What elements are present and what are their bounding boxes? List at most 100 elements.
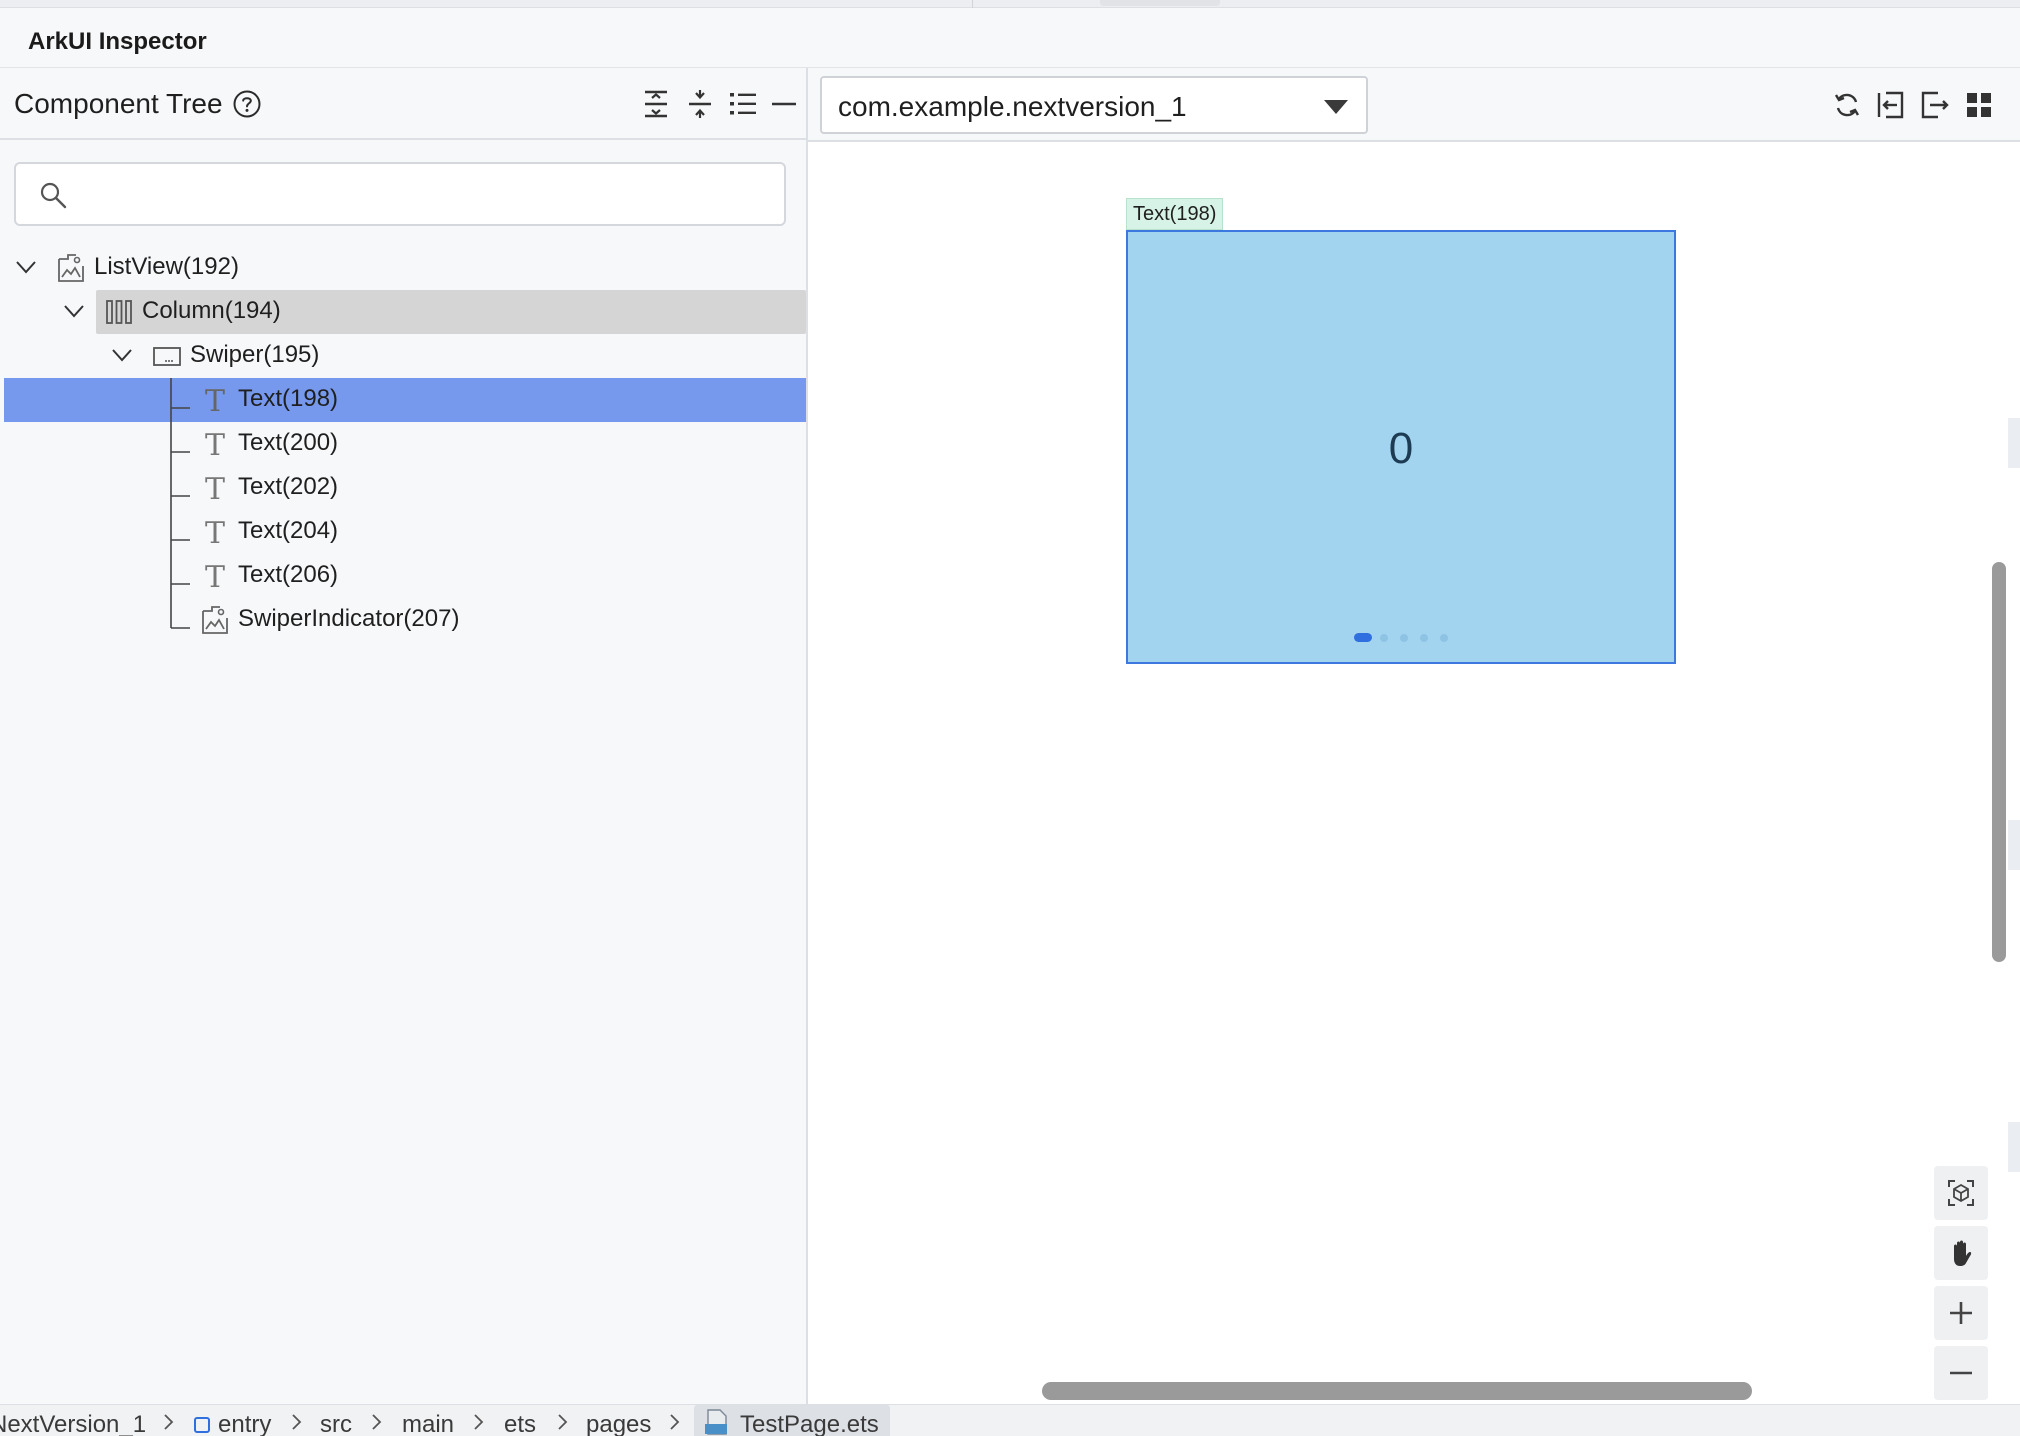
vertical-scrollbar[interactable] <box>1992 562 2006 962</box>
text-icon: T <box>205 560 225 592</box>
navigation-breadcrumb: NextVersion_1 entry src main ets pages T… <box>0 1404 2020 1436</box>
scroll-edge-mark <box>2008 820 2020 870</box>
preview-canvas[interactable]: Text(198) 0 <box>808 142 2020 1436</box>
tree-connector <box>170 378 190 422</box>
tree-node-text-selected[interactable]: T Text(198) <box>0 378 806 422</box>
breadcrumb-item[interactable]: main <box>402 1411 454 1436</box>
zoom-in-button[interactable] <box>1934 1286 1988 1340</box>
tree-node-swiper-indicator[interactable]: SwiperIndicator(207) <box>0 598 806 642</box>
zoom-out-button[interactable] <box>1934 1346 1988 1400</box>
tree-connector <box>170 422 190 466</box>
tree-node-column[interactable]: Column(194) <box>0 290 806 334</box>
selected-component-tag: Text(198) <box>1126 198 1224 230</box>
tab-indicator <box>1100 0 1220 6</box>
tree-connector <box>170 554 190 598</box>
chevron-right-icon <box>164 1414 174 1430</box>
minimize-icon[interactable] <box>768 88 800 120</box>
3d-view-icon <box>1948 1180 1974 1206</box>
package-select-value: com.example.nextversion_1 <box>838 91 1187 122</box>
svg-text:T: T <box>205 560 225 592</box>
text-icon: T <box>205 472 225 504</box>
tree-node-label: ListView(192) <box>94 253 239 280</box>
chevron-right-icon <box>670 1414 680 1430</box>
swiper-page-text: 0 <box>1388 424 1414 473</box>
indicator-dot <box>1420 634 1428 642</box>
svg-text:T: T <box>205 472 225 504</box>
3d-view-button[interactable] <box>1934 1166 1988 1220</box>
tree-node-text[interactable]: T Text(206) <box>0 554 806 598</box>
grid-view-icon[interactable] <box>1964 90 1994 120</box>
zoom-in-icon <box>1950 1302 1972 1324</box>
chevron-right-icon <box>372 1414 382 1430</box>
indicator-dot <box>1440 634 1448 642</box>
tool-window-title: ArkUI Inspector <box>28 28 207 55</box>
preview-toolbar: com.example.nextversion_1 <box>808 68 2020 142</box>
indicator-dot-active <box>1354 633 1372 642</box>
text-icon: T <box>205 516 225 548</box>
tree-node-text[interactable]: T Text(204) <box>0 510 806 554</box>
row-selection-highlight <box>4 378 806 422</box>
swiper-preview[interactable]: 0 <box>1126 230 1676 664</box>
scroll-edge-mark <box>2008 418 2020 468</box>
text-icon: T <box>205 428 225 460</box>
tree-node-listview[interactable]: ListView(192) <box>0 246 806 290</box>
chevron-down-icon[interactable] <box>61 298 87 324</box>
hand-pan-icon <box>1954 1240 1972 1266</box>
component-tree-toolbar: Component Tree <box>0 68 806 140</box>
breadcrumb-current-file[interactable]: TestPage.ets <box>740 1411 879 1436</box>
tree-node-label: Text(202) <box>238 473 339 500</box>
expand-all-icon[interactable] <box>640 88 672 120</box>
search-input[interactable] <box>82 172 772 216</box>
package-select[interactable]: com.example.nextversion_1 <box>820 76 1368 134</box>
image-node-icon <box>58 254 84 282</box>
tree-connector <box>170 510 190 554</box>
tree-node-label: Text(198) <box>238 385 339 412</box>
zoom-out-icon <box>1950 1371 1972 1375</box>
tree-node-label: Column(194) <box>142 297 281 324</box>
help-icon[interactable] <box>232 89 262 119</box>
component-search-field[interactable] <box>14 162 786 226</box>
chevron-down-icon[interactable] <box>13 254 39 280</box>
text-icon: T <box>205 384 225 416</box>
tree-connector <box>170 598 190 629</box>
ets-file-icon <box>705 1409 727 1435</box>
chevron-right-icon <box>558 1414 568 1430</box>
horizontal-scrollbar[interactable] <box>1042 1382 1752 1400</box>
column-icon <box>106 300 132 324</box>
tree-node-text[interactable]: T Text(200) <box>0 422 806 466</box>
swiper-indicator-dots <box>1354 632 1474 642</box>
tree-node-swiper[interactable]: Swiper(195) <box>0 334 806 378</box>
tree-connector <box>170 466 190 510</box>
svg-text:T: T <box>205 516 225 548</box>
scroll-edge-mark <box>2008 1122 2020 1172</box>
svg-text:T: T <box>205 428 225 460</box>
svg-text:T: T <box>205 384 225 416</box>
list-icon[interactable] <box>727 88 759 120</box>
tree-node-text[interactable]: T Text(202) <box>0 466 806 510</box>
image-node-icon <box>202 606 228 634</box>
chevron-right-icon <box>292 1414 302 1430</box>
tool-window-header: ArkUI Inspector <box>0 8 2020 68</box>
chevron-right-icon <box>474 1414 484 1430</box>
inspector-window: ArkUI Inspector Component Tree ListView(… <box>0 0 2020 1436</box>
chevron-down-icon[interactable] <box>109 342 135 368</box>
indicator-dot <box>1380 634 1388 642</box>
breadcrumb-item[interactable]: src <box>320 1411 352 1436</box>
component-tree-title: Component Tree <box>14 88 223 119</box>
top-tab-strip <box>0 0 2020 8</box>
layout-preview-panel: com.example.nextversion_1 Text(198) 0 <box>808 68 2020 1436</box>
breadcrumb-item[interactable]: entry <box>218 1411 271 1436</box>
indicator-dot <box>1400 634 1408 642</box>
breadcrumb-item[interactable]: ets <box>504 1411 536 1436</box>
refresh-icon[interactable] <box>1832 90 1862 120</box>
search-icon <box>40 182 67 209</box>
breadcrumb-item[interactable]: pages <box>586 1411 651 1436</box>
tree-node-label: SwiperIndicator(207) <box>238 605 460 632</box>
vertical-scroll-track <box>2004 142 2020 1404</box>
collapse-all-icon[interactable] <box>684 88 716 120</box>
breadcrumb-item[interactable]: NextVersion_1 <box>0 1411 146 1436</box>
export-icon[interactable] <box>1920 90 1950 120</box>
component-tree-panel: Component Tree ListView(192) Column(194)… <box>0 68 808 1404</box>
pan-button[interactable] <box>1934 1226 1988 1280</box>
import-icon[interactable] <box>1876 90 1906 120</box>
